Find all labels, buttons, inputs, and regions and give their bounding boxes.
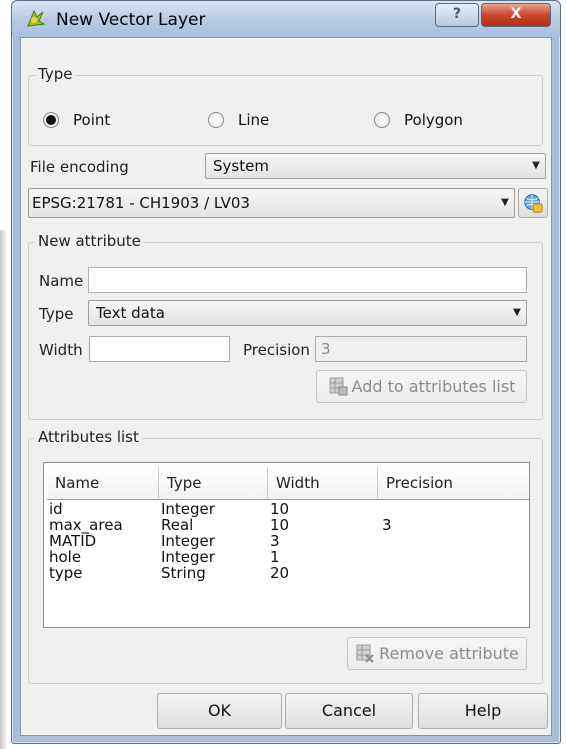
crs-select[interactable]: EPSG:21781 - CH1903 / LV03 ▼ bbox=[28, 188, 515, 218]
radio-point[interactable]: Point bbox=[43, 111, 110, 129]
title-help-button[interactable]: ? bbox=[435, 3, 479, 27]
new-attribute-group: New attribute Name Type Text data ▼ Widt… bbox=[28, 232, 543, 420]
radio-polygon-indicator bbox=[374, 112, 390, 128]
crs-select-button[interactable] bbox=[518, 188, 548, 218]
cell-width: 10 bbox=[270, 516, 290, 534]
qgis-logo-icon bbox=[27, 9, 46, 27]
cancel-button[interactable]: Cancel bbox=[285, 693, 413, 729]
cell-width: 10 bbox=[270, 500, 290, 518]
type-group-legend: Type bbox=[35, 65, 76, 83]
precision-input[interactable]: 3 bbox=[315, 336, 527, 362]
precision-label: Precision bbox=[243, 341, 310, 359]
file-encoding-select[interactable]: System ▼ bbox=[205, 153, 546, 179]
attribute-type-select[interactable]: Text data ▼ bbox=[88, 300, 527, 326]
dialog-body: Type Point Line Polygon File encoding Sy… bbox=[20, 37, 552, 736]
crs-value: EPSG:21781 - CH1903 / LV03 bbox=[32, 194, 250, 212]
cell-type: Real bbox=[161, 516, 194, 534]
title-bar[interactable]: New Vector Layer ? X bbox=[12, 1, 560, 37]
table-header: Name Type Width Precision bbox=[47, 467, 529, 500]
cell-width: 20 bbox=[270, 564, 290, 582]
attributes-list-legend: Attributes list bbox=[35, 428, 142, 446]
name-label: Name bbox=[39, 272, 84, 290]
table-add-icon bbox=[329, 377, 348, 396]
globe-projection-icon bbox=[524, 194, 543, 213]
radio-point-indicator bbox=[43, 112, 59, 128]
close-button[interactable]: X bbox=[481, 3, 551, 27]
type-label: Type bbox=[39, 305, 74, 323]
column-header-type[interactable]: Type bbox=[159, 467, 268, 499]
attributes-table[interactable]: Name Type Width Precision id Integer 10 … bbox=[43, 462, 530, 628]
column-header-width[interactable]: Width bbox=[268, 467, 378, 499]
ok-button[interactable]: OK bbox=[157, 693, 282, 729]
cell-name: type bbox=[49, 564, 83, 582]
cell-type: Integer bbox=[161, 500, 215, 518]
chevron-down-icon: ▼ bbox=[501, 197, 509, 208]
cell-precision: 3 bbox=[382, 516, 392, 534]
width-input[interactable] bbox=[89, 336, 230, 362]
add-to-attributes-button[interactable]: Add to attributes list bbox=[316, 370, 527, 403]
radio-line-label: Line bbox=[238, 111, 270, 129]
type-group: Type Point Line Polygon bbox=[28, 65, 543, 146]
cell-name: MATID bbox=[49, 532, 97, 550]
new-attribute-legend: New attribute bbox=[35, 232, 144, 250]
window-title: New Vector Layer bbox=[56, 10, 206, 30]
cell-type: Integer bbox=[161, 548, 215, 566]
remove-attribute-label: Remove attribute bbox=[379, 644, 519, 663]
radio-line[interactable]: Line bbox=[208, 111, 269, 129]
column-header-name[interactable]: Name bbox=[47, 467, 159, 499]
name-input[interactable] bbox=[88, 267, 527, 293]
background-window-edge bbox=[0, 230, 6, 749]
table-remove-icon bbox=[356, 644, 374, 663]
cell-type: String bbox=[161, 564, 206, 582]
radio-line-indicator bbox=[208, 112, 224, 128]
chevron-down-icon: ▼ bbox=[532, 160, 540, 171]
help-button[interactable]: Help bbox=[418, 693, 548, 729]
dialog-window: New Vector Layer ? X Type Point Line Pol… bbox=[11, 0, 561, 744]
width-label: Width bbox=[39, 341, 83, 359]
cell-width: 3 bbox=[270, 532, 280, 550]
file-encoding-value: System bbox=[213, 157, 269, 175]
cell-name: max_area bbox=[49, 516, 123, 534]
radio-polygon-label: Polygon bbox=[404, 111, 463, 129]
remove-attribute-button[interactable]: Remove attribute bbox=[347, 637, 527, 670]
column-header-precision[interactable]: Precision bbox=[378, 467, 528, 499]
cell-name: hole bbox=[49, 548, 82, 566]
radio-polygon[interactable]: Polygon bbox=[374, 111, 463, 129]
file-encoding-label: File encoding bbox=[30, 158, 129, 176]
add-to-attributes-label: Add to attributes list bbox=[351, 377, 516, 396]
cell-name: id bbox=[49, 500, 63, 518]
radio-point-label: Point bbox=[73, 111, 111, 129]
cell-width: 1 bbox=[270, 548, 280, 566]
attribute-type-value: Text data bbox=[96, 304, 165, 322]
chevron-down-icon: ▼ bbox=[513, 307, 521, 318]
cell-type: Integer bbox=[161, 532, 215, 550]
